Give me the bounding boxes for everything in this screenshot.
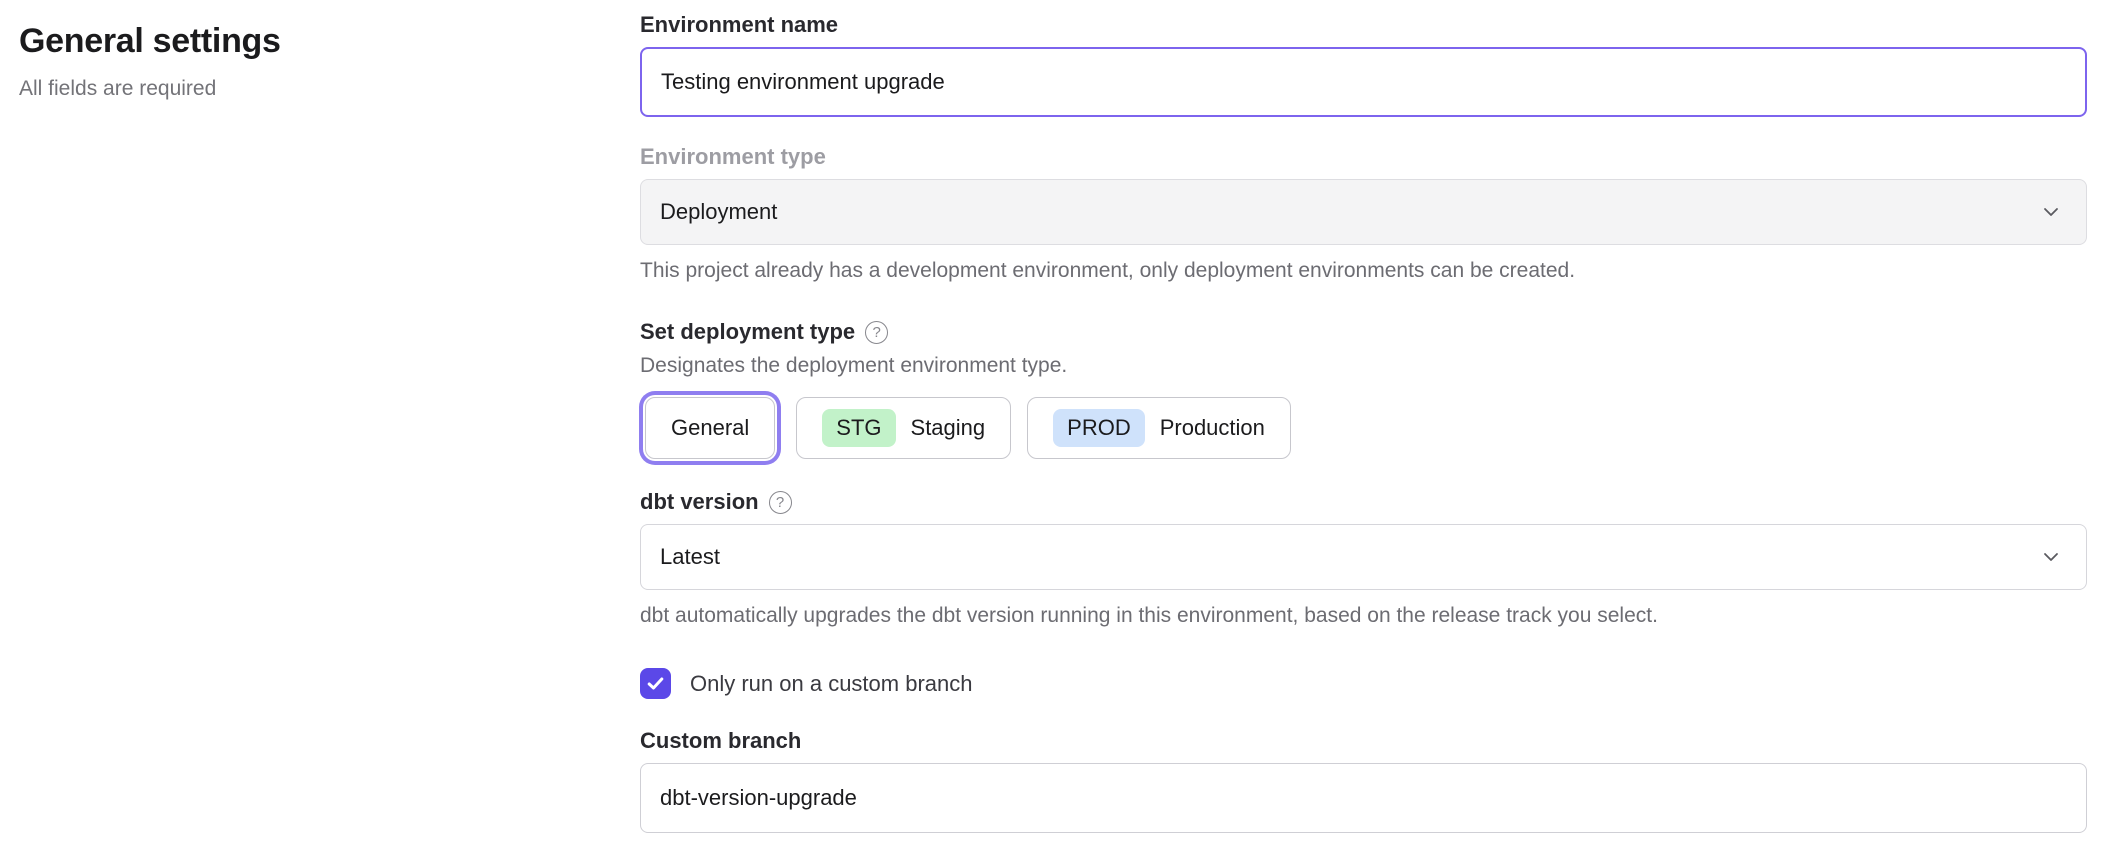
environment-name-input[interactable] — [640, 47, 2087, 117]
deployment-type-production-button[interactable]: PROD Production — [1027, 397, 1291, 459]
environment-settings-form: Environment name Environment type Deploy… — [640, 0, 2087, 833]
settings-intro: General settings All fields are required — [0, 0, 640, 833]
custom-branch-field: Custom branch — [640, 728, 2087, 833]
environment-type-select[interactable]: Deployment — [640, 179, 2087, 245]
deployment-type-field: Set deployment type ? Designates the dep… — [640, 319, 2087, 459]
chevron-down-icon — [2040, 546, 2062, 568]
deployment-type-label-row: Set deployment type ? — [640, 319, 2087, 345]
staging-badge: STG — [822, 409, 895, 447]
chevron-down-icon — [2040, 201, 2062, 223]
custom-branch-input[interactable] — [640, 763, 2087, 833]
deployment-type-staging-label: Staging — [911, 415, 986, 441]
environment-name-field: Environment name — [640, 12, 2087, 117]
deployment-type-general-label: General — [671, 415, 749, 441]
environment-name-label: Environment name — [640, 12, 2087, 38]
page-title: General settings — [19, 22, 620, 61]
required-fields-note: All fields are required — [19, 77, 620, 101]
environment-type-helper: This project already has a development e… — [640, 259, 2087, 283]
dbt-version-helper: dbt automatically upgrades the dbt versi… — [640, 604, 2087, 628]
custom-branch-toggle-row: Only run on a custom branch — [640, 668, 2087, 699]
dbt-version-value: Latest — [660, 544, 720, 570]
dbt-version-label-row: dbt version ? — [640, 489, 2087, 515]
help-icon[interactable]: ? — [769, 491, 792, 514]
production-badge: PROD — [1053, 409, 1145, 447]
deployment-type-staging-button[interactable]: STG Staging — [796, 397, 1011, 459]
deployment-type-general-button[interactable]: General — [645, 397, 775, 459]
custom-branch-toggle-label[interactable]: Only run on a custom branch — [690, 671, 972, 697]
deployment-type-label: Set deployment type — [640, 319, 855, 345]
environment-type-field: Environment type Deployment This project… — [640, 144, 2087, 283]
custom-branch-label: Custom branch — [640, 728, 2087, 754]
page: General settings All fields are required… — [0, 0, 2116, 833]
dbt-version-select[interactable]: Latest — [640, 524, 2087, 590]
custom-branch-checkbox[interactable] — [640, 668, 671, 699]
dbt-version-field: dbt version ? Latest dbt automatically u… — [640, 489, 2087, 628]
environment-type-label: Environment type — [640, 144, 2087, 170]
dbt-version-label: dbt version — [640, 489, 759, 515]
environment-type-value: Deployment — [660, 199, 777, 225]
deployment-type-options: General STG Staging PROD Production — [640, 397, 2087, 459]
help-icon[interactable]: ? — [865, 321, 888, 344]
deployment-type-helper: Designates the deployment environment ty… — [640, 354, 2087, 378]
deployment-type-production-label: Production — [1160, 415, 1265, 441]
checkmark-icon — [646, 674, 665, 693]
